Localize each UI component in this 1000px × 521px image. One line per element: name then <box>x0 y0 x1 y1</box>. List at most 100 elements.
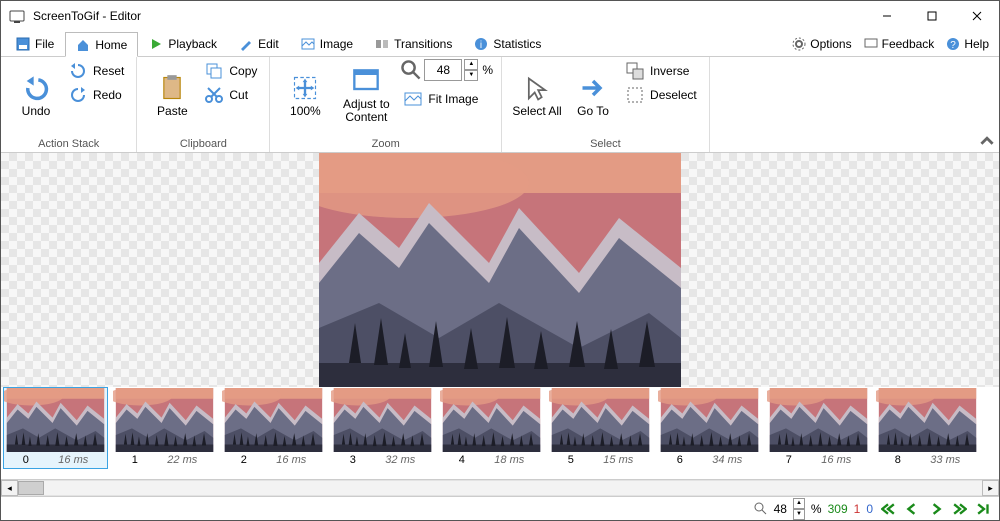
magnifier-icon <box>754 502 768 516</box>
frame-thumbnail[interactable]: 332 ms <box>330 387 435 469</box>
cursor-icon <box>523 75 551 103</box>
group-clipboard: Paste Copy Cut Clipboard <box>137 57 270 152</box>
clipboard-icon <box>158 74 186 102</box>
canvas-area[interactable] <box>1 153 999 387</box>
group-label-select: Select <box>510 136 701 150</box>
thumbnail-image <box>876 388 979 452</box>
thumbnail-image <box>222 388 325 452</box>
copy-button[interactable]: Copy <box>201 59 261 83</box>
magnifier-icon <box>400 59 422 81</box>
scroll-right-button[interactable]: ▸ <box>982 480 999 496</box>
current-frame-image <box>319 153 681 387</box>
feedback-icon <box>864 37 878 51</box>
nav-last-button[interactable] <box>951 500 969 518</box>
copy-icon <box>205 62 223 80</box>
tab-statistics[interactable]: i Statistics <box>463 31 552 56</box>
nav-first-button[interactable] <box>879 500 897 518</box>
tab-edit[interactable]: Edit <box>228 31 290 56</box>
adjust-to-content-button[interactable]: Adjust to Content <box>334 59 398 133</box>
info-icon: i <box>474 37 488 51</box>
app-icon <box>9 8 25 24</box>
goto-button[interactable]: Go To <box>566 59 620 133</box>
inverse-icon <box>626 62 644 80</box>
status-bar: 48 ▲▼ % 309 1 0 <box>1 496 999 520</box>
status-zoom-spinner[interactable]: ▲▼ <box>793 498 805 520</box>
select-all-button[interactable]: Select All <box>510 59 564 133</box>
cut-button[interactable]: Cut <box>201 83 261 107</box>
maximize-button[interactable] <box>909 1 954 31</box>
titlebar: ScreenToGif - Editor <box>1 1 999 31</box>
ribbon: Undo Reset Redo Action Stack Paste <box>1 57 999 153</box>
scroll-track[interactable] <box>18 480 982 496</box>
window-fit-icon <box>352 68 380 96</box>
frame-thumbnail[interactable]: 016 ms <box>3 387 108 469</box>
deselect-button[interactable]: Deselect <box>622 83 701 107</box>
collapse-ribbon-button[interactable] <box>975 57 999 152</box>
redo-button[interactable]: Redo <box>65 83 128 107</box>
group-label-clipboard: Clipboard <box>145 136 261 150</box>
svg-text:i: i <box>480 40 482 51</box>
help-button[interactable]: ? Help <box>940 31 995 56</box>
thumbnail-scrollbar[interactable]: ◂ ▸ <box>1 479 999 496</box>
minimize-button[interactable] <box>864 1 909 31</box>
frame-thumbnail[interactable]: 418 ms <box>439 387 544 469</box>
group-zoom: 100% Adjust to Content ▲▼ % Fit Image Zo <box>270 57 502 152</box>
reset-button[interactable]: Reset <box>65 59 128 83</box>
tab-home[interactable]: Home <box>65 32 138 57</box>
tab-file[interactable]: File <box>5 31 65 56</box>
svg-text:?: ? <box>951 40 957 51</box>
frame-thumbnail[interactable]: 515 ms <box>548 387 653 469</box>
scroll-left-button[interactable]: ◂ <box>1 480 18 496</box>
nav-next-button[interactable] <box>927 500 945 518</box>
image-icon <box>301 37 315 51</box>
options-button[interactable]: Options <box>786 31 857 56</box>
thumbnail-image <box>440 388 543 452</box>
status-clipboard-count: 0 <box>866 502 873 516</box>
frame-thumbnail[interactable]: 122 ms <box>112 387 217 469</box>
frame-thumbnail[interactable]: 216 ms <box>221 387 326 469</box>
tab-transitions[interactable]: Transitions <box>364 31 463 56</box>
thumbnail-image <box>658 388 761 452</box>
zoom-100-button[interactable]: 100% <box>278 59 332 133</box>
close-button[interactable] <box>954 1 999 31</box>
frame-thumbnail[interactable]: 634 ms <box>657 387 762 469</box>
paste-button[interactable]: Paste <box>145 59 199 133</box>
tab-playback[interactable]: Playback <box>138 31 228 56</box>
expand-icon <box>291 74 319 102</box>
thumbnail-image <box>549 388 652 452</box>
group-label-zoom: Zoom <box>278 136 493 150</box>
frame-thumbnail[interactable]: 833 ms <box>875 387 980 469</box>
scroll-handle[interactable] <box>18 481 44 495</box>
status-selected-count: 1 <box>854 502 861 516</box>
zoom-value-input[interactable] <box>424 59 462 81</box>
reset-icon <box>69 62 87 80</box>
undo-button[interactable]: Undo <box>9 59 63 133</box>
group-label-action-stack: Action Stack <box>9 136 128 150</box>
gear-icon <box>792 37 806 51</box>
group-action-stack: Undo Reset Redo Action Stack <box>1 57 137 152</box>
scissors-icon <box>205 86 223 104</box>
pencil-icon <box>239 37 253 51</box>
redo-icon <box>69 86 87 104</box>
inverse-button[interactable]: Inverse <box>622 59 701 83</box>
tab-image[interactable]: Image <box>290 31 364 56</box>
frame-thumbnail[interactable]: 716 ms <box>766 387 871 469</box>
save-icon <box>16 37 30 51</box>
frame-thumbnail-strip: 016 ms 122 ms 216 ms 332 ms 418 ms 515 m… <box>1 387 999 479</box>
deselect-icon <box>626 86 644 104</box>
play-icon <box>149 37 163 51</box>
status-zoom-value: 48 <box>774 502 787 516</box>
thumbnail-image <box>4 388 107 452</box>
window-title: ScreenToGif - Editor <box>33 9 864 23</box>
thumbnail-image <box>331 388 434 452</box>
transitions-icon <box>375 37 389 51</box>
nav-prev-button[interactable] <box>903 500 921 518</box>
group-select: Select All Go To Inverse Deselect Select <box>502 57 710 152</box>
feedback-button[interactable]: Feedback <box>858 31 941 56</box>
nav-end-button[interactable] <box>975 500 993 518</box>
zoom-spinner[interactable]: ▲▼ <box>464 59 478 81</box>
fit-image-icon <box>404 90 422 108</box>
thumbnail-image <box>113 388 216 452</box>
thumbnail-image <box>767 388 870 452</box>
fit-image-button[interactable]: Fit Image <box>400 87 493 111</box>
